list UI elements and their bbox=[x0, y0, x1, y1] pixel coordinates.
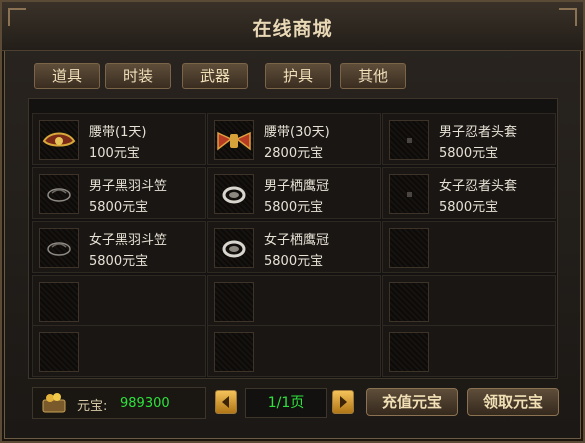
empty-cell bbox=[32, 275, 206, 327]
item-cell[interactable]: 男子栖鹰冠 5800元宝 bbox=[207, 167, 381, 219]
item-cell[interactable]: 女子栖鹰冠 5800元宝 bbox=[207, 221, 381, 273]
item-name: 女子栖鹰冠 bbox=[264, 233, 330, 248]
empty-slot bbox=[214, 282, 254, 322]
item-name: 男子栖鹰冠 bbox=[264, 179, 330, 194]
arrow-right-icon bbox=[340, 396, 347, 408]
tab-props[interactable]: 道具 bbox=[34, 63, 100, 89]
eagle-crown-icon bbox=[214, 228, 254, 268]
page-indicator: 1/1页 bbox=[245, 388, 327, 418]
empty-cell bbox=[382, 275, 556, 327]
eagle-crown-icon bbox=[214, 174, 254, 214]
ninja-hood-icon bbox=[389, 174, 429, 214]
next-page-button[interactable] bbox=[332, 390, 354, 414]
empty-slot bbox=[39, 332, 79, 372]
item-cell[interactable]: 男子忍者头套 5800元宝 bbox=[382, 113, 556, 165]
empty-slot bbox=[39, 282, 79, 322]
item-price: 5800元宝 bbox=[89, 200, 149, 215]
shop-window: 在线商城 道具 时装 武器 护具 其他 腰带(1天) 100元宝 腰带(30天)… bbox=[0, 0, 585, 443]
item-name: 男子忍者头套 bbox=[439, 125, 518, 140]
tab-weapons[interactable]: 武器 bbox=[182, 63, 248, 89]
item-price: 100元宝 bbox=[89, 146, 140, 161]
empty-cell bbox=[32, 325, 206, 377]
item-name: 女子黑羽斗笠 bbox=[89, 233, 168, 248]
currency-value: 989300 bbox=[120, 396, 170, 411]
item-price: 5800元宝 bbox=[439, 200, 499, 215]
title-bar: 在线商城 bbox=[2, 2, 583, 51]
tab-armor[interactable]: 护具 bbox=[265, 63, 331, 89]
item-name: 男子黑羽斗笠 bbox=[89, 179, 168, 194]
tab-other[interactable]: 其他 bbox=[340, 63, 406, 89]
item-grid: 腰带(1天) 100元宝 腰带(30天) 2800元宝 男子忍者头套 5800元… bbox=[28, 98, 558, 379]
window-title: 在线商城 bbox=[252, 18, 333, 40]
empty-cell bbox=[382, 325, 556, 377]
item-price: 5800元宝 bbox=[264, 200, 324, 215]
red-winged-belt-icon bbox=[214, 120, 254, 160]
red-gold-belt-icon bbox=[39, 120, 79, 160]
black-feather-hat-icon bbox=[39, 174, 79, 214]
recharge-button[interactable]: 充值元宝 bbox=[366, 388, 458, 416]
empty-slot bbox=[214, 332, 254, 372]
item-name: 腰带(1天) bbox=[89, 125, 147, 140]
empty-cell bbox=[382, 221, 556, 273]
item-name: 女子忍者头套 bbox=[439, 179, 518, 194]
item-name: 腰带(30天) bbox=[264, 125, 330, 140]
treasure-chest-icon bbox=[41, 392, 67, 414]
item-price: 5800元宝 bbox=[264, 254, 324, 269]
black-feather-hat-icon bbox=[39, 228, 79, 268]
item-cell[interactable]: 腰带(1天) 100元宝 bbox=[32, 113, 206, 165]
prev-page-button[interactable] bbox=[215, 390, 237, 414]
item-cell[interactable]: 女子忍者头套 5800元宝 bbox=[382, 167, 556, 219]
item-price: 5800元宝 bbox=[439, 146, 499, 161]
item-price: 2800元宝 bbox=[264, 146, 324, 161]
empty-cell bbox=[207, 275, 381, 327]
currency-display: 元宝: 989300 bbox=[32, 387, 206, 419]
empty-slot bbox=[389, 282, 429, 322]
tab-fashion[interactable]: 时装 bbox=[105, 63, 171, 89]
ninja-hood-icon bbox=[389, 120, 429, 160]
empty-cell bbox=[207, 325, 381, 377]
arrow-left-icon bbox=[222, 396, 229, 408]
item-cell[interactable]: 腰带(30天) 2800元宝 bbox=[207, 113, 381, 165]
item-cell[interactable]: 男子黑羽斗笠 5800元宝 bbox=[32, 167, 206, 219]
item-price: 5800元宝 bbox=[89, 254, 149, 269]
claim-button[interactable]: 领取元宝 bbox=[467, 388, 559, 416]
empty-slot bbox=[389, 228, 429, 268]
currency-label: 元宝: bbox=[77, 399, 108, 414]
item-cell[interactable]: 女子黑羽斗笠 5800元宝 bbox=[32, 221, 206, 273]
empty-slot bbox=[389, 332, 429, 372]
